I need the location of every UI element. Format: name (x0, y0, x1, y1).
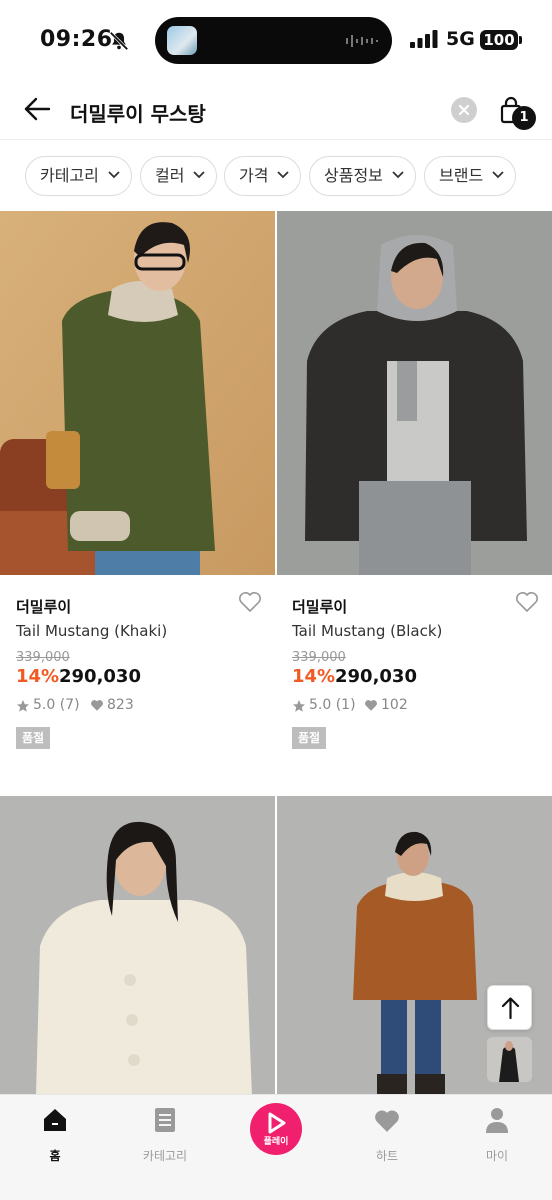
like-count: 823 (107, 697, 134, 713)
sale-price: 290,030 (59, 666, 141, 687)
original-price: 339,000 (292, 650, 346, 665)
chevron-down-icon (193, 171, 205, 179)
nav-play[interactable]: 플레이 (250, 1103, 302, 1155)
product-card[interactable]: 더밀루이 Tail Mustang (Khaki) 339,000 14% 29… (0, 211, 275, 771)
back-arrow-icon[interactable] (22, 94, 52, 124)
soldout-badge: 품절 (16, 727, 51, 749)
star-icon (293, 700, 305, 712)
product-brand: 더밀루이 (16, 598, 72, 616)
audio-wave-icon (346, 35, 378, 47)
play-icon (268, 1112, 286, 1134)
close-icon (458, 104, 470, 116)
chevron-down-icon (392, 171, 404, 179)
filter-chip-brand[interactable]: 브랜드 (424, 156, 516, 196)
nav-category[interactable]: 카테고리 (125, 1107, 205, 1167)
status-time: 09:26 (40, 27, 113, 52)
filter-chip-label: 카테고리 (40, 166, 99, 185)
filter-chip-label: 컬러 (155, 166, 185, 185)
rating-text: 5.0 (1) (309, 697, 356, 713)
search-input[interactable]: 더밀루이 무스탕 (70, 98, 206, 127)
nav-my[interactable]: 마이 (457, 1107, 537, 1167)
original-price: 339,000 (16, 650, 70, 665)
filter-bar: 카테고리 컬러 가격 상품정보 브랜드 (0, 150, 552, 202)
bottom-nav: 홈 카테고리 플레이 하트 마이 (0, 1094, 552, 1200)
battery-cap (519, 36, 522, 44)
now-playing-thumbnail (167, 26, 197, 55)
nav-heart[interactable]: 하트 (347, 1107, 427, 1167)
filter-chip-product-info[interactable]: 상품정보 (309, 156, 416, 196)
heart-icon (375, 1110, 399, 1132)
product-brand: 더밀루이 (292, 598, 348, 616)
nav-play-label: 플레이 (263, 1137, 289, 1147)
filter-chip-color[interactable]: 컬러 (140, 156, 217, 196)
heart-filled-icon (91, 700, 103, 711)
heart-filled-icon (365, 700, 377, 711)
signal-icon (410, 30, 438, 48)
product-image[interactable] (0, 211, 275, 575)
nav-my-label: 마이 (485, 1149, 509, 1163)
battery-icon: 100 (480, 30, 518, 50)
status-bar: 09:26 5G 100 (0, 0, 552, 80)
product-image[interactable] (277, 211, 552, 575)
discount-rate: 14% (16, 666, 60, 687)
rating-text: 5.0 (7) (33, 697, 80, 713)
like-count: 102 (381, 697, 408, 713)
recently-viewed-thumbnail[interactable] (487, 1037, 532, 1082)
product-image[interactable] (0, 796, 275, 1096)
nav-category-label: 카테고리 (142, 1149, 188, 1163)
product-name: Tail Mustang (Khaki) (16, 622, 168, 640)
discount-rate: 14% (292, 666, 336, 687)
network-type: 5G (446, 28, 475, 50)
filter-chip-label: 가격 (239, 166, 269, 185)
product-card[interactable]: 더밀루이 Tail Mustang (Black) 339,000 14% 29… (277, 211, 552, 771)
filter-chip-category[interactable]: 카테고리 (25, 156, 132, 196)
nav-home-label: 홈 (49, 1149, 61, 1163)
person-icon (486, 1108, 508, 1133)
heart-outline-icon[interactable] (515, 591, 539, 613)
chevron-down-icon (108, 171, 120, 179)
dynamic-island[interactable] (155, 17, 392, 64)
home-icon (44, 1109, 66, 1131)
bell-muted-icon (109, 31, 129, 51)
search-header: 더밀루이 무스탕 (0, 80, 552, 140)
cart-count-badge: 1 (512, 106, 536, 130)
soldout-badge: 품절 (292, 727, 327, 749)
nav-home[interactable]: 홈 (15, 1107, 95, 1167)
clear-search-button[interactable] (451, 97, 477, 123)
product-card[interactable] (0, 796, 275, 1096)
scroll-to-top-button[interactable] (487, 985, 532, 1030)
sale-price: 290,030 (335, 666, 417, 687)
nav-heart-label: 하트 (375, 1149, 399, 1163)
category-list-icon (155, 1108, 175, 1132)
arrow-up-icon (501, 997, 520, 1020)
chevron-down-icon (277, 171, 289, 179)
star-icon (17, 700, 29, 712)
filter-chip-label: 상품정보 (324, 166, 383, 185)
filter-chip-price[interactable]: 가격 (224, 156, 301, 196)
recently-viewed-image (487, 1037, 532, 1082)
filter-chip-label: 브랜드 (439, 166, 484, 185)
chevron-down-icon (492, 171, 504, 179)
product-name: Tail Mustang (Black) (292, 622, 443, 640)
heart-outline-icon[interactable] (238, 591, 262, 613)
